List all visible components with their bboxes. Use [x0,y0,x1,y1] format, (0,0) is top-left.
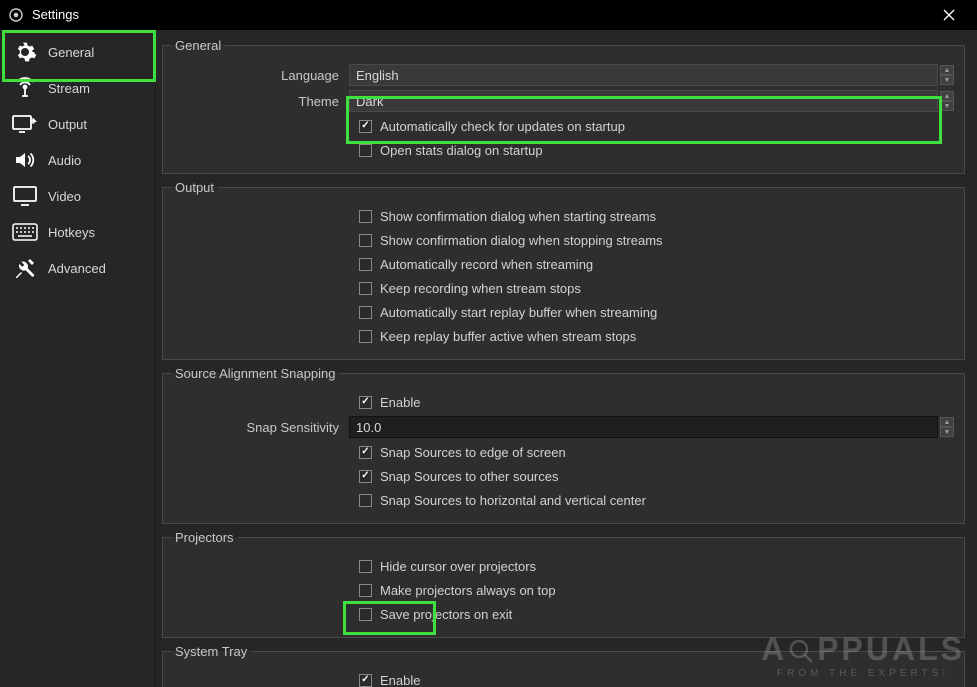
watermark-tag: FROM THE EXPERTS! [761,668,965,679]
checkbox-confirm-start[interactable] [359,210,372,223]
section-title: Output [171,180,218,195]
snap-sensitivity-label: Snap Sensitivity [173,420,349,435]
checkbox-label: Show confirmation dialog when starting s… [380,209,656,224]
checkbox-label: Automatically start replay buffer when s… [380,305,657,320]
sidebar-item-hotkeys[interactable]: Hotkeys [0,214,155,250]
sidebar-item-output[interactable]: Output [0,106,155,142]
window-title: Settings [32,7,929,22]
sidebar-item-label: Video [48,189,81,204]
watermark: APPUALS FROM THE EXPERTS! [761,631,965,679]
checkbox-snap-enable[interactable] [359,396,372,409]
sidebar-item-stream[interactable]: Stream [0,70,155,106]
spin-up-icon[interactable]: ▲ [940,417,954,427]
checkbox-auto-replay[interactable] [359,306,372,319]
sidebar-item-label: Stream [48,81,90,96]
checkbox-label: Keep recording when stream stops [380,281,581,296]
settings-content: General Language English ▲ ▼ Theme [156,30,977,687]
gear-icon [12,39,38,65]
monitor-icon [12,183,38,209]
theme-select[interactable]: Dark [349,90,938,112]
sidebar-item-advanced[interactable]: Advanced [0,250,155,286]
titlebar: Settings [0,0,977,30]
spin-down-icon[interactable]: ▼ [940,75,954,85]
sidebar-item-label: Output [48,117,87,132]
sidebar-item-video[interactable]: Video [0,178,155,214]
speaker-icon [12,147,38,173]
checkbox-label: Snap Sources to other sources [380,469,559,484]
checkbox-label: Snap Sources to edge of screen [380,445,566,460]
sidebar-item-label: Audio [48,153,81,168]
antenna-icon [12,75,38,101]
sidebar-item-audio[interactable]: Audio [0,142,155,178]
app-icon [8,7,24,23]
sidebar-item-label: Hotkeys [48,225,95,240]
checkbox-label: Open stats dialog on startup [380,143,543,158]
tools-icon [12,255,38,281]
checkbox-label: Automatically check for updates on start… [380,119,625,134]
checkbox-label: Enable [380,673,420,687]
spin-up-icon[interactable]: ▲ [940,65,954,75]
keyboard-icon [12,219,38,245]
sidebar-item-label: Advanced [48,261,106,276]
section-snapping: Source Alignment Snapping Enable Snap Se… [162,366,965,524]
checkbox-label: Save projectors on exit [380,607,512,622]
checkbox-label: Hide cursor over projectors [380,559,536,574]
checkbox-label: Enable [380,395,420,410]
checkbox-tray-enable[interactable] [359,674,372,687]
checkbox-snap-other[interactable] [359,470,372,483]
checkbox-label: Keep replay buffer active when stream st… [380,329,636,344]
section-title: Projectors [171,530,238,545]
checkbox-keep-replay[interactable] [359,330,372,343]
checkbox-check-updates[interactable] [359,120,372,133]
checkbox-label: Show confirmation dialog when stopping s… [380,233,663,248]
sidebar-item-general[interactable]: General [0,34,155,70]
section-projectors: Projectors Hide cursor over projectors M… [162,530,965,638]
checkbox-label: Make projectors always on top [380,583,556,598]
checkbox-label: Snap Sources to horizontal and vertical … [380,493,646,508]
section-general: General Language English ▲ ▼ Theme [162,38,965,174]
checkbox-open-stats[interactable] [359,144,372,157]
checkbox-snap-center[interactable] [359,494,372,507]
checkbox-hide-cursor[interactable] [359,560,372,573]
theme-label: Theme [173,94,349,109]
output-icon [12,111,38,137]
sidebar-item-label: General [48,45,94,60]
section-output: Output Show confirmation dialog when sta… [162,180,965,360]
spin-up-icon[interactable]: ▲ [940,91,954,101]
close-button[interactable] [929,0,969,30]
spin-down-icon[interactable]: ▼ [940,101,954,111]
snap-sensitivity-input[interactable]: 10.0 [349,416,938,438]
checkbox-keep-recording[interactable] [359,282,372,295]
checkbox-save-projectors[interactable] [359,608,372,621]
section-title: System Tray [171,644,251,659]
checkbox-snap-edge[interactable] [359,446,372,459]
language-select[interactable]: English [349,64,938,86]
sidebar: General Stream Output Audio Video [0,30,156,687]
spin-down-icon[interactable]: ▼ [940,427,954,437]
language-label: Language [173,68,349,83]
checkbox-confirm-stop[interactable] [359,234,372,247]
checkbox-auto-record[interactable] [359,258,372,271]
checkbox-label: Automatically record when streaming [380,257,593,272]
checkbox-projectors-ontop[interactable] [359,584,372,597]
section-title: Source Alignment Snapping [171,366,339,381]
magnifier-icon [787,637,817,667]
section-title: General [171,38,225,53]
